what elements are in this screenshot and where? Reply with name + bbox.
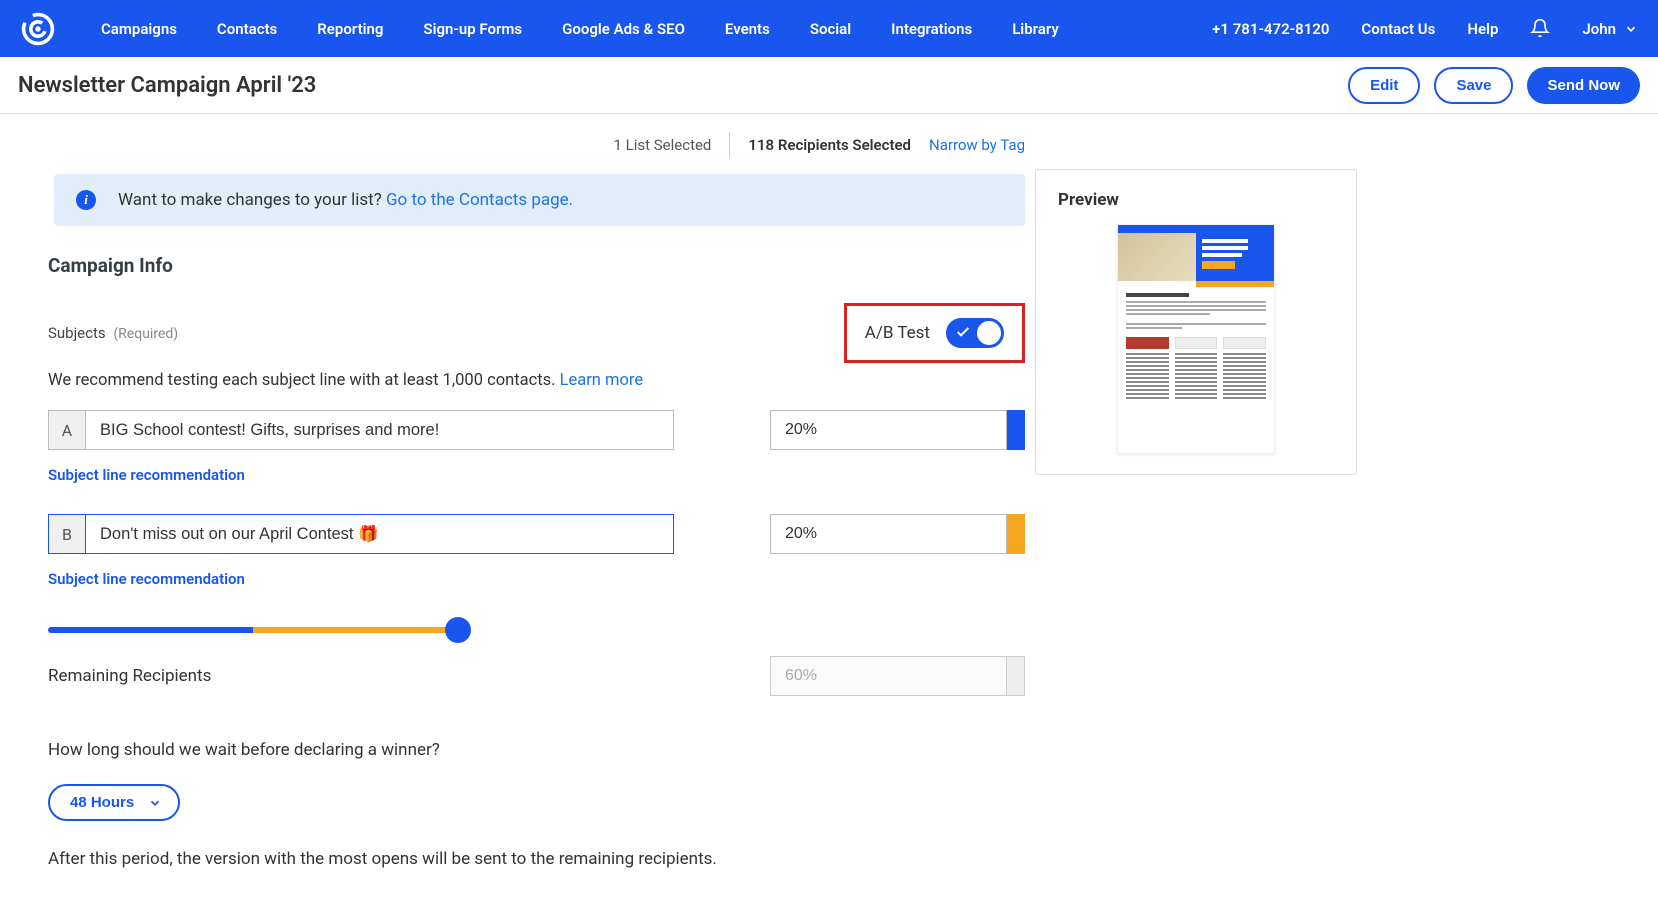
banner-text: Want to make changes to your list? bbox=[118, 190, 386, 210]
subheader-actions: Edit Save Send Now bbox=[1348, 67, 1640, 104]
slider-thumb[interactable] bbox=[445, 617, 471, 643]
remaining-recipients-label: Remaining Recipients bbox=[48, 666, 211, 686]
nav-social[interactable]: Social bbox=[810, 20, 851, 38]
subheader: Newsletter Campaign April '23 Edit Save … bbox=[0, 57, 1658, 114]
nav-integrations[interactable]: Integrations bbox=[891, 20, 972, 38]
ab-test-box: A/B Test bbox=[844, 303, 1025, 363]
nav-reporting[interactable]: Reporting bbox=[317, 20, 383, 38]
subject-b-percent-group bbox=[770, 514, 1025, 554]
winner-question: How long should we wait before declaring… bbox=[48, 740, 1025, 760]
nav-campaigns[interactable]: Campaigns bbox=[101, 20, 177, 38]
duration-dropdown[interactable]: 48 Hours bbox=[48, 784, 180, 821]
edit-button[interactable]: Edit bbox=[1348, 67, 1420, 104]
nav-phone[interactable]: +1 781-472-8120 bbox=[1212, 20, 1329, 38]
learn-more-link[interactable]: Learn more bbox=[560, 371, 643, 390]
after-period-text: After this period, the version with the … bbox=[48, 849, 1025, 869]
subject-a-percent-input[interactable] bbox=[770, 410, 1007, 450]
info-icon: i bbox=[76, 190, 96, 210]
subject-b-bar bbox=[1007, 514, 1025, 554]
lists-selected: 1 List Selected bbox=[614, 136, 712, 154]
subject-line-rec-link-a[interactable]: Subject line recommendation bbox=[48, 466, 1025, 484]
nav-help[interactable]: Help bbox=[1467, 20, 1498, 38]
subject-a-bar bbox=[1007, 410, 1025, 450]
nav-google-ads[interactable]: Google Ads & SEO bbox=[562, 20, 685, 38]
remaining-bar bbox=[1007, 656, 1025, 696]
narrow-by-tag-link[interactable]: Narrow by Tag bbox=[929, 136, 1025, 154]
toggle-knob bbox=[977, 321, 1001, 345]
recommend-text-body: We recommend testing each subject line w… bbox=[48, 371, 560, 390]
slider-seg-a bbox=[48, 627, 253, 633]
send-now-button[interactable]: Send Now bbox=[1527, 67, 1640, 104]
preview-thumbnail[interactable] bbox=[1117, 224, 1275, 454]
nav-right: +1 781-472-8120 Contact Us Help John bbox=[1212, 18, 1638, 40]
campaign-info-heading: Campaign Info bbox=[48, 254, 1025, 277]
info-banner: i Want to make changes to your list? Go … bbox=[54, 174, 1025, 226]
chevron-down-icon bbox=[148, 796, 162, 810]
recipient-bar: 1 List Selected 118 Recipients Selected … bbox=[14, 120, 1035, 168]
preview-card: Preview bbox=[1035, 169, 1357, 475]
top-nav: Campaigns Contacts Reporting Sign-up For… bbox=[0, 0, 1658, 57]
nav-links: Campaigns Contacts Reporting Sign-up For… bbox=[101, 20, 1212, 38]
info-banner-text: Want to make changes to your list? Go to… bbox=[118, 190, 573, 210]
remaining-percent-input bbox=[770, 656, 1007, 696]
subject-b-percent-input[interactable] bbox=[770, 514, 1007, 554]
subjects-label-text: Subjects bbox=[48, 324, 106, 342]
user-name: John bbox=[1582, 20, 1616, 38]
save-button[interactable]: Save bbox=[1434, 67, 1513, 104]
slider-seg-b bbox=[253, 627, 458, 633]
nav-events[interactable]: Events bbox=[725, 20, 770, 38]
nav-library[interactable]: Library bbox=[1012, 20, 1059, 38]
chevron-down-icon bbox=[1624, 22, 1638, 36]
subject-a-percent-group bbox=[770, 410, 1025, 450]
logo-icon[interactable] bbox=[20, 11, 56, 47]
nav-signup-forms[interactable]: Sign-up Forms bbox=[423, 20, 522, 38]
ab-test-toggle[interactable] bbox=[946, 318, 1004, 348]
check-icon bbox=[955, 324, 971, 344]
recommend-text: We recommend testing each subject line w… bbox=[48, 371, 1025, 390]
user-menu[interactable]: John bbox=[1582, 20, 1638, 38]
subject-b-prefix: B bbox=[48, 514, 86, 554]
slider-track bbox=[48, 627, 458, 633]
subject-b-input[interactable] bbox=[86, 514, 674, 554]
subject-a-group: A bbox=[48, 410, 674, 450]
remaining-percent-group bbox=[770, 656, 1025, 696]
nav-contacts[interactable]: Contacts bbox=[217, 20, 277, 38]
split-slider[interactable] bbox=[48, 618, 458, 642]
duration-value: 48 Hours bbox=[70, 794, 134, 811]
recipients-selected: 118 Recipients Selected bbox=[748, 136, 911, 154]
ab-test-label: A/B Test bbox=[865, 323, 930, 343]
subject-a-input[interactable] bbox=[86, 410, 674, 450]
contacts-page-link[interactable]: Go to the Contacts page. bbox=[386, 190, 573, 210]
bell-icon[interactable] bbox=[1530, 18, 1550, 40]
subject-b-group: B bbox=[48, 514, 674, 554]
subject-a-prefix: A bbox=[48, 410, 86, 450]
nav-contact-us[interactable]: Contact Us bbox=[1361, 20, 1435, 38]
preview-title: Preview bbox=[1058, 190, 1334, 210]
subjects-label: Subjects (Required) bbox=[48, 324, 178, 342]
divider bbox=[729, 132, 730, 158]
subject-line-rec-link-b[interactable]: Subject line recommendation bbox=[48, 570, 1025, 588]
required-text: (Required) bbox=[113, 326, 178, 342]
page-title: Newsletter Campaign April '23 bbox=[18, 73, 316, 98]
